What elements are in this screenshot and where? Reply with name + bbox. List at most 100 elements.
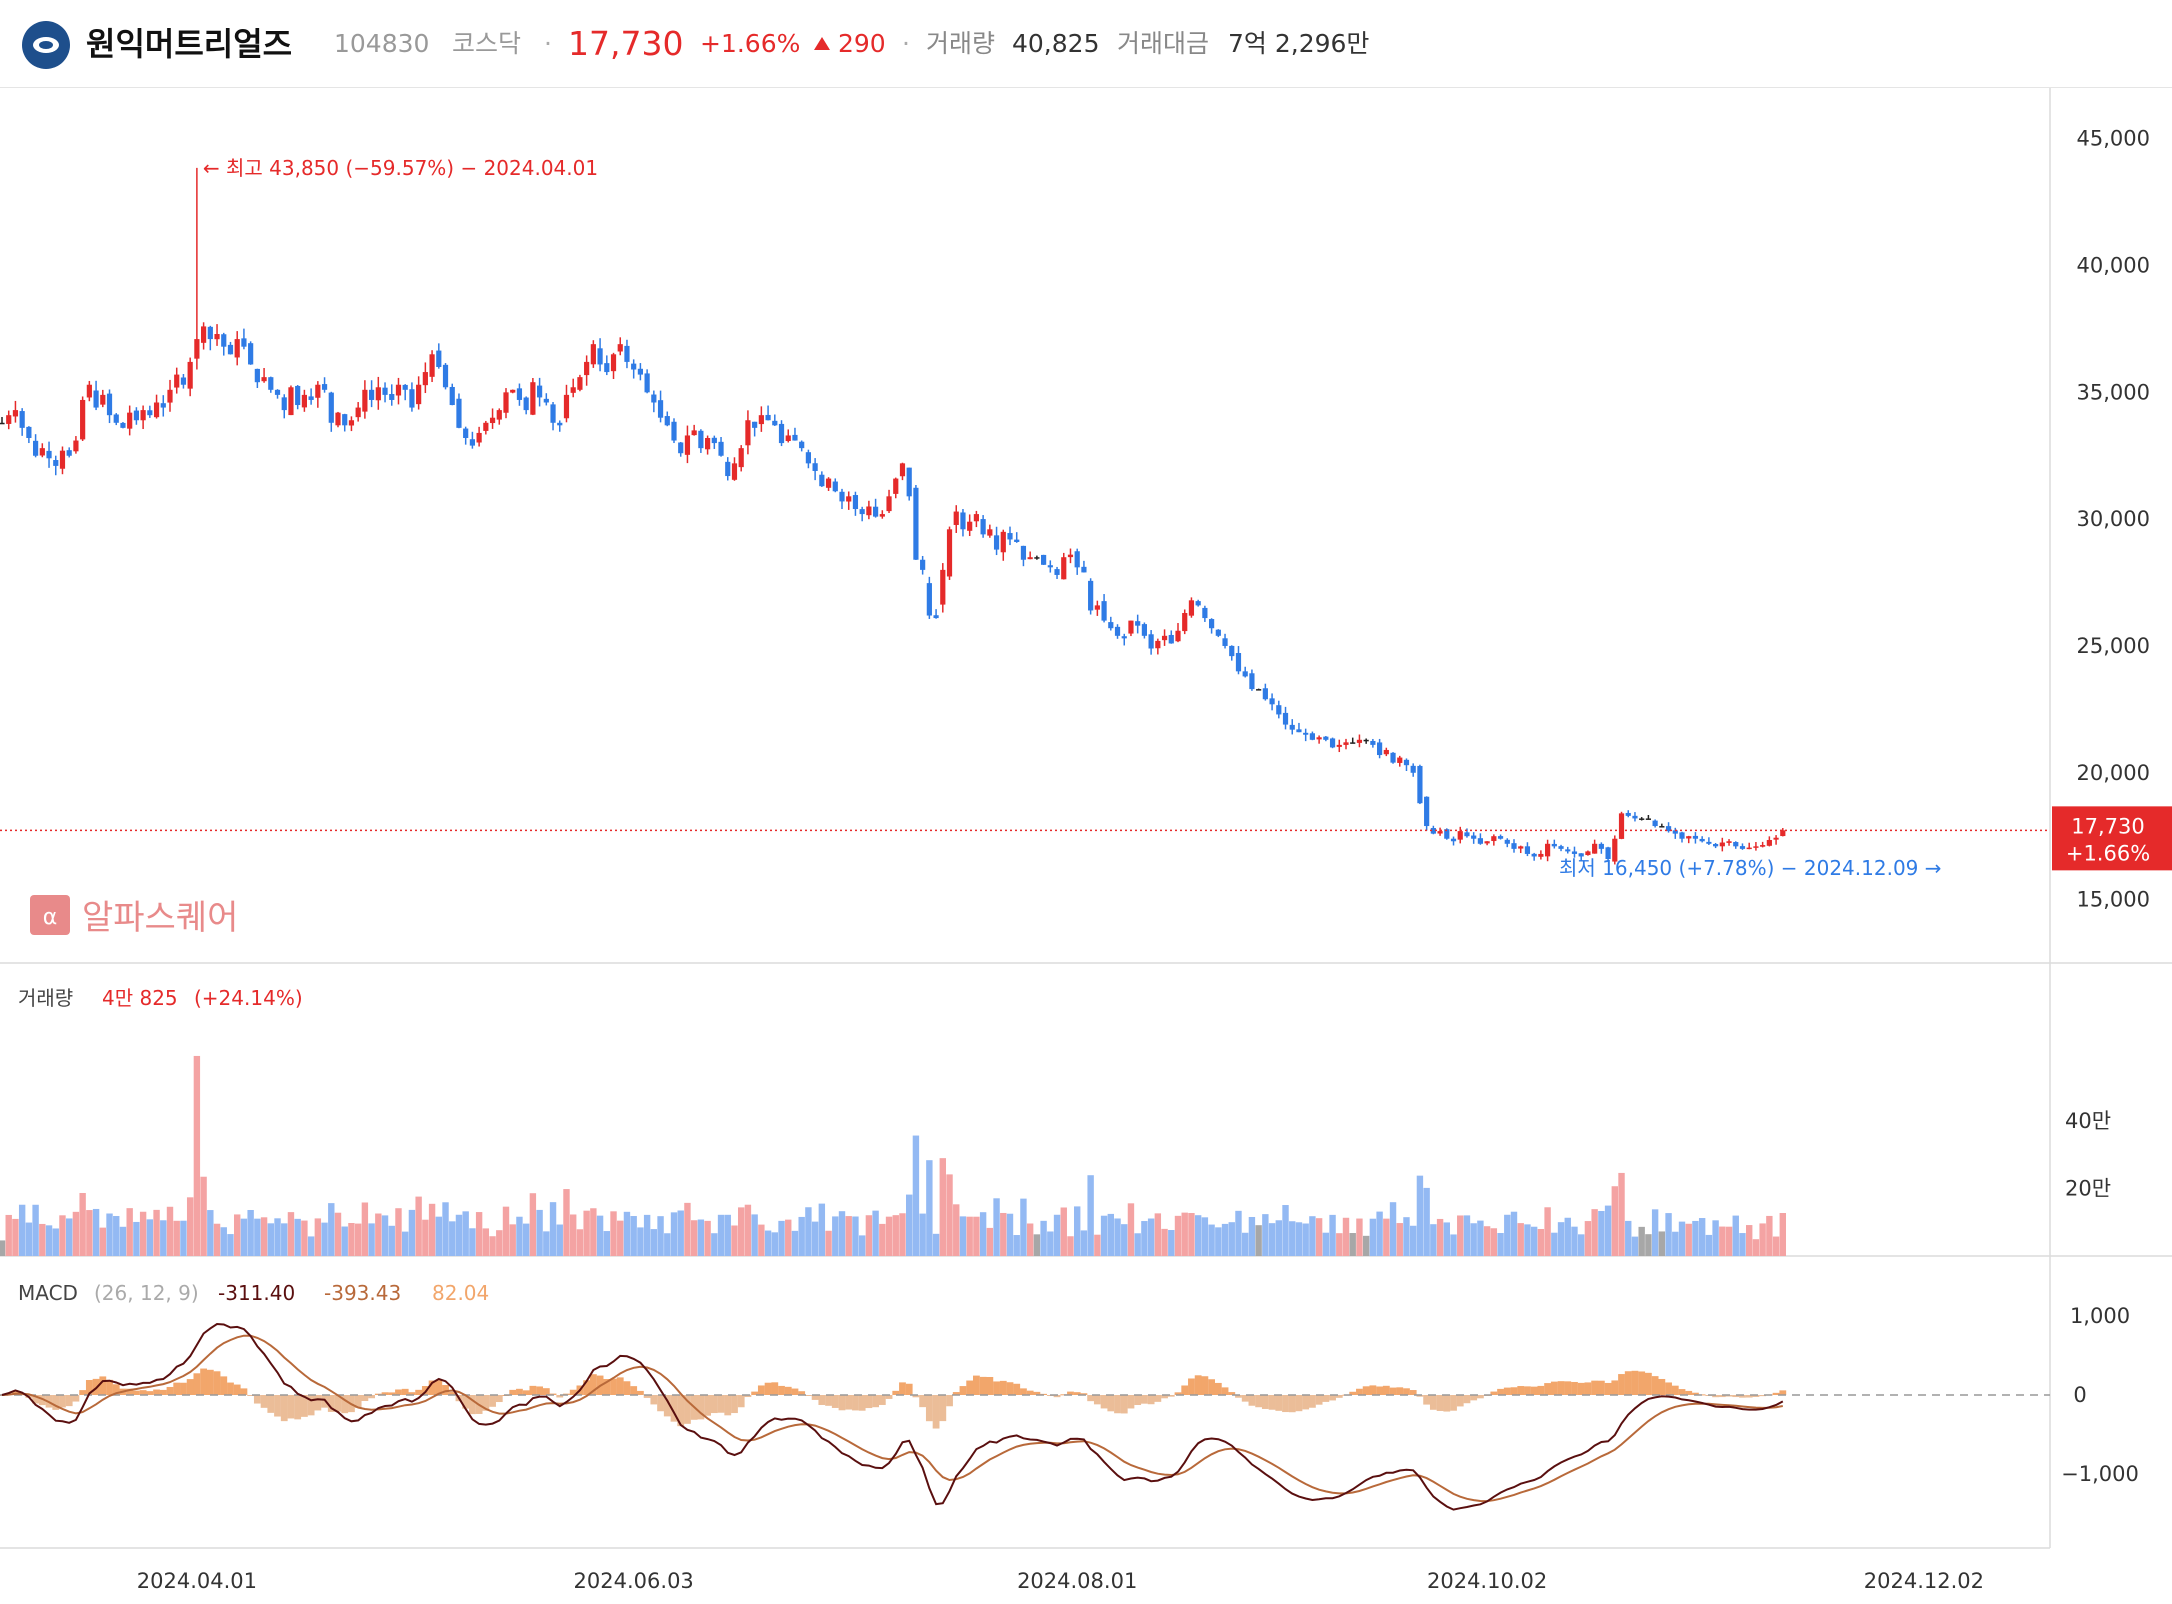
candle <box>1639 818 1645 820</box>
volume-bar <box>932 1233 940 1256</box>
volume-bar <box>126 1208 133 1256</box>
candle <box>799 441 805 449</box>
candle <box>510 389 516 393</box>
candle <box>1679 832 1685 839</box>
macd-histogram-bar <box>1389 1387 1397 1395</box>
volume-bar <box>818 1203 826 1256</box>
macd-histogram-bar <box>1537 1385 1545 1395</box>
up-triangle-icon <box>814 37 830 50</box>
candle <box>873 506 879 517</box>
macd-histogram-bar <box>1436 1395 1444 1411</box>
macd-histogram-bar <box>1550 1381 1558 1395</box>
candle <box>1067 554 1074 558</box>
volume-bar <box>133 1221 140 1256</box>
candle <box>274 389 281 395</box>
current-price-label: 17,730 <box>2071 814 2144 838</box>
candle <box>725 461 731 477</box>
stock-name[interactable]: 원익머트리얼즈 <box>86 0 292 88</box>
price-axis-tick: 25,000 <box>2077 634 2150 658</box>
candle <box>1175 630 1181 642</box>
volume-bar <box>583 1210 590 1256</box>
candle <box>1235 653 1242 672</box>
candle <box>1182 613 1188 632</box>
volume-bar <box>348 1223 355 1256</box>
macd-histogram-bar <box>1006 1382 1014 1395</box>
volume-bar <box>240 1218 248 1256</box>
volume-bar <box>751 1214 758 1256</box>
macd-histogram-bar <box>1423 1395 1431 1405</box>
macd-histogram-bar <box>825 1395 832 1406</box>
volume-bar <box>1033 1234 1041 1256</box>
macd-histogram-bar <box>650 1395 658 1405</box>
candle <box>1202 607 1208 619</box>
price-pane[interactable]: 17,730 +1.66% ← 최고 43,850 (−59.57%) − 2024… <box>0 156 2172 880</box>
macd-histogram-bar <box>979 1376 987 1395</box>
macd-histogram-bar <box>1181 1385 1189 1395</box>
volume-bar <box>307 1236 315 1256</box>
volume-bar <box>623 1211 631 1256</box>
volume-bar <box>1578 1234 1585 1256</box>
volume-value: 40,825 <box>1012 29 1100 58</box>
volume-bar <box>1094 1234 1101 1256</box>
macd-histogram-bar <box>959 1386 967 1395</box>
volume-bar <box>1181 1212 1188 1256</box>
macd-histogram-bar <box>999 1380 1007 1395</box>
macd-histogram-bar <box>213 1371 221 1395</box>
macd-histogram-bar <box>1577 1382 1585 1395</box>
macd-histogram-bar <box>200 1368 207 1395</box>
volume-bar <box>449 1221 456 1256</box>
macd-histogram-bar <box>1544 1383 1551 1395</box>
volume-bar <box>959 1216 967 1256</box>
candle <box>1713 844 1719 847</box>
macd-pane[interactable]: MACD (26, 12, 9) -311.40 -393.43 82.04 <box>0 1281 2050 1511</box>
macd-histogram-bar <box>1194 1375 1202 1395</box>
volume-bar <box>596 1215 604 1256</box>
volume-bar <box>1342 1217 1350 1256</box>
macd-histogram-bar <box>361 1395 369 1402</box>
candle <box>1739 846 1746 849</box>
stock-chart[interactable]: 17,730 +1.66% ← 최고 43,850 (−59.57%) − 2024… <box>0 88 2172 1604</box>
volume-bar <box>684 1202 691 1256</box>
candle <box>1397 757 1403 763</box>
date-axis-tick: 2024.04.01 <box>137 1569 257 1593</box>
volume-bar <box>1719 1226 1726 1256</box>
volume-bar <box>576 1229 584 1256</box>
macd-histogram-bar <box>1530 1386 1538 1395</box>
volume-bar <box>1228 1222 1235 1256</box>
volume-bar <box>852 1216 859 1256</box>
candle <box>308 396 314 400</box>
volume-bar <box>92 1208 100 1256</box>
macd-histogram-bar <box>838 1395 846 1411</box>
candle <box>288 387 294 416</box>
macd-histogram-bar <box>280 1395 288 1422</box>
candle <box>389 394 395 400</box>
volume-bar <box>25 1222 33 1256</box>
volume-axis-tick: 40만 <box>2065 1109 2111 1133</box>
candle <box>570 387 576 393</box>
volume-bar <box>1497 1233 1504 1256</box>
volume-bar <box>139 1211 147 1256</box>
volume-pane[interactable]: 거래량 4만 825 (+24.14%) <box>0 986 1786 1256</box>
macd-histogram-bar <box>542 1388 550 1395</box>
volume-bar <box>260 1217 268 1256</box>
candle <box>1618 813 1625 839</box>
candle <box>382 387 388 395</box>
macd-legend-signal: -393.43 <box>324 1281 401 1305</box>
macd-histogram-bar <box>1671 1385 1679 1395</box>
volume-bar <box>1147 1218 1155 1256</box>
separator-dot: · <box>544 29 552 58</box>
macd-histogram-bar <box>1322 1395 1330 1402</box>
volume-bar <box>1591 1209 1598 1256</box>
candle <box>1215 629 1221 636</box>
candle <box>899 463 906 477</box>
macd-histogram-bar <box>616 1377 624 1395</box>
macd-histogram-bar <box>159 1389 167 1395</box>
volume-bar <box>301 1220 308 1256</box>
candle <box>227 344 234 355</box>
volume-bar <box>1571 1226 1578 1256</box>
candle <box>1383 749 1389 755</box>
candle <box>1114 626 1121 636</box>
candle <box>315 384 321 398</box>
candle <box>201 326 207 343</box>
candle <box>1363 739 1369 742</box>
